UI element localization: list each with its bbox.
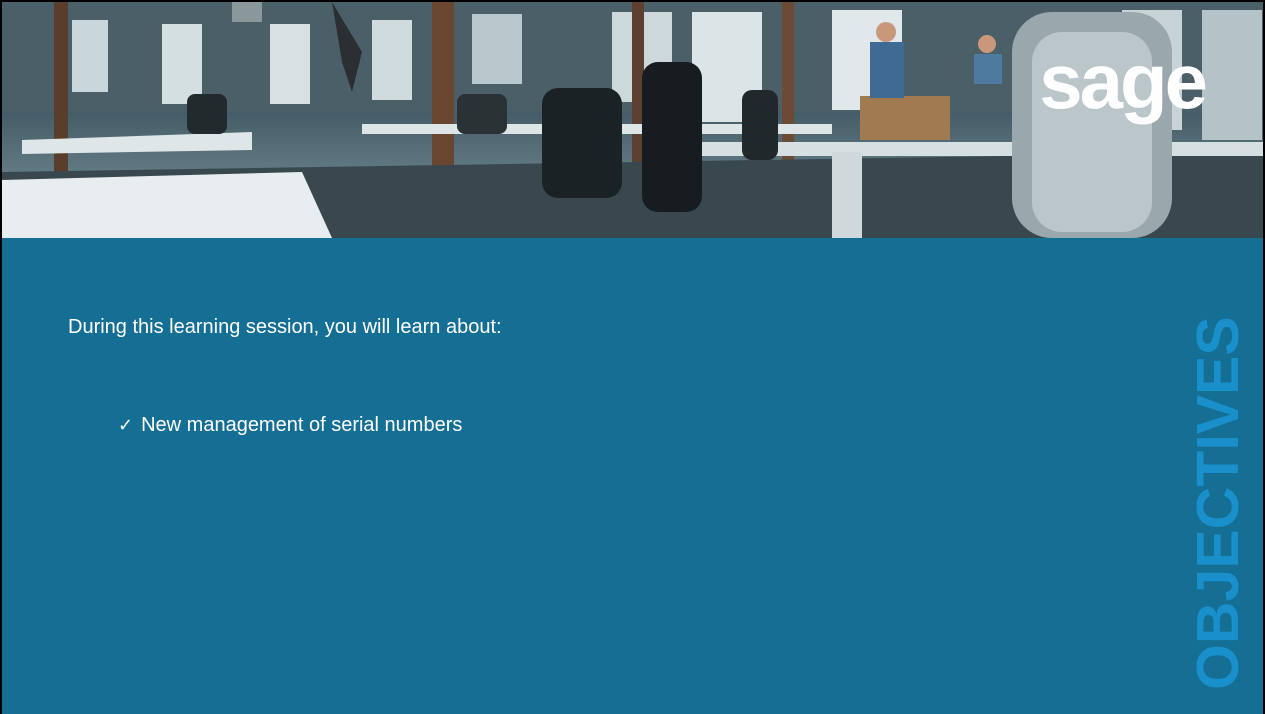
slide: sage During this learning session, you w… [0, 0, 1265, 714]
side-title: OBJECTIVES [1185, 316, 1251, 690]
list-item-text: New management of serial numbers [141, 414, 463, 436]
checkmark-icon: ✓ [118, 415, 134, 436]
sage-logo: sage [1039, 37, 1208, 125]
content-panel [2, 238, 1263, 714]
header-photo: sage [2, 2, 1263, 238]
list-item: ✓ New management of serial numbers [118, 413, 462, 438]
intro-text: During this learning session, you will l… [68, 316, 502, 338]
